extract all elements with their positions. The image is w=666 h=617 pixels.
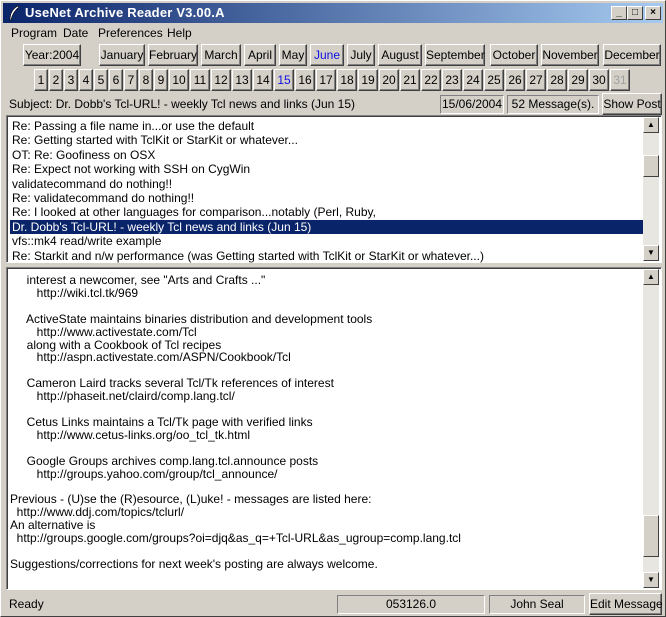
close-button[interactable]: × bbox=[645, 6, 661, 20]
month-button-august[interactable]: August bbox=[378, 44, 422, 66]
day-button-31: 31 bbox=[610, 69, 630, 91]
thread-item[interactable]: Re: Getting started with TclKit or StarK… bbox=[10, 133, 644, 147]
day-button-21[interactable]: 21 bbox=[400, 69, 420, 91]
day-button-2[interactable]: 2 bbox=[49, 69, 63, 91]
message-id-field: 053126.0 bbox=[337, 595, 485, 614]
message-line: http://groups.google.com/groups?oi=djq&a… bbox=[10, 531, 461, 545]
message-line: Cetus Links maintains a Tcl/Tk page with… bbox=[10, 414, 313, 429]
menu-date[interactable]: Date bbox=[63, 26, 88, 40]
day-button-16[interactable]: 16 bbox=[295, 69, 315, 91]
day-button-11[interactable]: 11 bbox=[190, 69, 210, 91]
date-field: 15/06/2004 bbox=[440, 95, 504, 114]
month-button-june[interactable]: June bbox=[310, 44, 344, 66]
month-button-november[interactable]: November bbox=[541, 44, 599, 66]
thread-item[interactable]: vfs::mk4 read/write example bbox=[10, 234, 644, 248]
thread-item[interactable]: OT: Re: Goofiness on OSX bbox=[10, 148, 644, 162]
scroll-down-icon[interactable]: ▼ bbox=[643, 245, 659, 261]
scroll-thumb[interactable] bbox=[643, 515, 659, 557]
day-button-8[interactable]: 8 bbox=[139, 69, 153, 91]
day-button-29[interactable]: 29 bbox=[568, 69, 588, 91]
day-button-20[interactable]: 20 bbox=[379, 69, 399, 91]
day-button-30[interactable]: 30 bbox=[589, 69, 609, 91]
month-button-february[interactable]: February bbox=[148, 44, 198, 66]
day-button-9[interactable]: 9 bbox=[154, 69, 168, 91]
message-line: http://www.cetus-links.org/oo_tcl_tk.htm… bbox=[10, 427, 251, 442]
menu-preferences[interactable]: Preferences bbox=[98, 26, 163, 40]
minimize-icon: _ bbox=[616, 7, 622, 18]
message-count-field: 52 Message(s). bbox=[507, 95, 599, 114]
message-body[interactable]: interest a newcomer, see "Arts and Craft… bbox=[6, 267, 662, 590]
thread-item[interactable]: validatecommand do nothing!! bbox=[10, 177, 644, 191]
month-button-april[interactable]: April bbox=[244, 44, 276, 66]
day-button-5[interactable]: 5 bbox=[94, 69, 108, 91]
scroll-thumb[interactable] bbox=[643, 155, 659, 177]
message-line: http://www.activestate.com/Tcl bbox=[10, 324, 197, 339]
day-button-1[interactable]: 1 bbox=[34, 69, 48, 91]
thread-item[interactable]: Re: I looked at other languages for comp… bbox=[10, 205, 644, 219]
month-button-may[interactable]: May bbox=[279, 44, 307, 66]
day-button-3[interactable]: 3 bbox=[64, 69, 78, 91]
thread-list[interactable]: Re: Passing a file name in...or use the … bbox=[6, 115, 662, 263]
day-button-6[interactable]: 6 bbox=[109, 69, 123, 91]
day-button-12[interactable]: 12 bbox=[211, 69, 231, 91]
day-button-24[interactable]: 24 bbox=[463, 69, 483, 91]
day-button-15[interactable]: 15 bbox=[274, 69, 294, 91]
day-button-18[interactable]: 18 bbox=[337, 69, 357, 91]
thread-item[interactable]: Re: Starkit and n/w performance (was Get… bbox=[10, 249, 644, 263]
day-button-28[interactable]: 28 bbox=[547, 69, 567, 91]
feather-icon bbox=[9, 5, 20, 21]
month-button-january[interactable]: January bbox=[99, 44, 145, 66]
edit-message-button[interactable]: Edit Message bbox=[589, 593, 663, 615]
day-button-17[interactable]: 17 bbox=[316, 69, 336, 91]
show-post-button[interactable]: Show Post bbox=[602, 93, 662, 115]
menu-bar: Program Date Preferences Help bbox=[3, 24, 663, 42]
maximize-button[interactable]: □ bbox=[627, 6, 643, 20]
scroll-up-icon[interactable]: ▲ bbox=[643, 117, 659, 133]
thread-item[interactable]: Re: Passing a file name in...or use the … bbox=[10, 119, 644, 133]
month-button-december[interactable]: December bbox=[603, 44, 661, 66]
title-bar[interactable]: UseNet Archive Reader V3.00.A _ □ × bbox=[3, 3, 663, 23]
month-button-october[interactable]: October bbox=[490, 44, 538, 66]
thread-scrollbar[interactable]: ▲ ▼ bbox=[643, 117, 659, 261]
day-button-26[interactable]: 26 bbox=[505, 69, 525, 91]
minimize-button[interactable]: _ bbox=[611, 6, 627, 20]
close-icon: × bbox=[650, 7, 656, 18]
status-text: Ready bbox=[9, 597, 44, 611]
scroll-up-icon[interactable]: ▲ bbox=[643, 269, 659, 285]
message-line: Google Groups archives comp.lang.tcl.ann… bbox=[10, 453, 319, 468]
message-line: http://groups.yahoo.com/group/tcl_announ… bbox=[10, 466, 278, 481]
menu-program[interactable]: Program bbox=[11, 26, 57, 40]
thread-item[interactable]: Re: validatecommand do nothing!! bbox=[10, 191, 644, 205]
message-line: http://phaseit.net/claird/comp.lang.tcl/ bbox=[10, 389, 235, 404]
thread-item[interactable]: Dr. Dobb's Tcl-URL! - weekly Tcl news an… bbox=[10, 219, 644, 234]
day-button-23[interactable]: 23 bbox=[442, 69, 462, 91]
day-button-25[interactable]: 25 bbox=[484, 69, 504, 91]
menu-help[interactable]: Help bbox=[167, 26, 192, 40]
app-window: UseNet Archive Reader V3.00.A _ □ × Prog… bbox=[0, 0, 666, 617]
scroll-down-icon[interactable]: ▼ bbox=[643, 572, 659, 588]
maximize-icon: □ bbox=[631, 7, 639, 18]
month-button-july[interactable]: July bbox=[347, 44, 375, 66]
message-line: Suggestions/corrections for next week's … bbox=[10, 556, 378, 571]
window-title: UseNet Archive Reader V3.00.A bbox=[25, 5, 225, 20]
message-line: http://aspn.activestate.com/ASPN/Cookboo… bbox=[10, 350, 291, 365]
day-button-13[interactable]: 13 bbox=[232, 69, 252, 91]
day-button-10[interactable]: 10 bbox=[169, 69, 189, 91]
message-line: ActiveState maintains binaries distribut… bbox=[10, 311, 373, 326]
year-button[interactable]: Year:2004 bbox=[23, 44, 81, 66]
subject-label: Subject: Dr. Dobb's Tcl-URL! - weekly Tc… bbox=[9, 97, 355, 111]
author-field: John Seal bbox=[489, 595, 585, 614]
month-button-september[interactable]: September bbox=[425, 44, 485, 66]
day-button-14[interactable]: 14 bbox=[253, 69, 273, 91]
day-button-19[interactable]: 19 bbox=[358, 69, 378, 91]
day-button-7[interactable]: 7 bbox=[124, 69, 138, 91]
day-button-4[interactable]: 4 bbox=[79, 69, 93, 91]
month-button-march[interactable]: March bbox=[201, 44, 241, 66]
thread-item[interactable]: Re: Expect not working with SSH on CygWi… bbox=[10, 162, 644, 176]
message-scrollbar[interactable]: ▲ ▼ bbox=[643, 269, 659, 588]
day-button-27[interactable]: 27 bbox=[526, 69, 546, 91]
day-button-22[interactable]: 22 bbox=[421, 69, 441, 91]
message-line: http://wiki.tcl.tk/969 bbox=[10, 285, 139, 300]
